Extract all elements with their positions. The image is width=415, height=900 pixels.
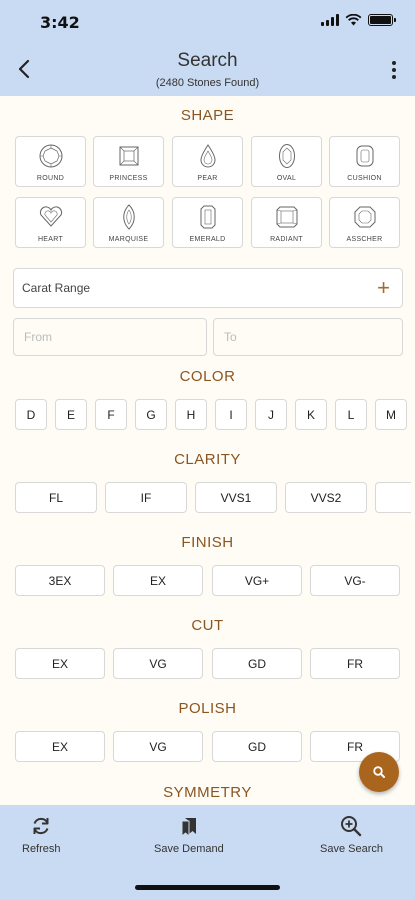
battery-icon bbox=[368, 14, 396, 26]
polish-chip-gd[interactable]: GD bbox=[212, 731, 302, 762]
save-demand-button[interactable]: Save Demand bbox=[154, 815, 224, 855]
home-indicator bbox=[135, 885, 280, 890]
symmetry-title: SYMMETRY bbox=[163, 784, 252, 801]
header: Search (2480 Stones Found) bbox=[0, 44, 415, 96]
search-icon bbox=[373, 766, 385, 778]
more-options-button[interactable] bbox=[389, 58, 399, 82]
status-icons bbox=[321, 14, 396, 26]
save-search-button[interactable]: Save Search bbox=[320, 815, 383, 855]
shape-round[interactable]: ROUND bbox=[15, 136, 86, 187]
pear-icon bbox=[199, 144, 216, 168]
shape-label: ROUND bbox=[36, 175, 65, 182]
carat-range-label: Carat Range bbox=[22, 281, 91, 295]
shape-oval[interactable]: OVAL bbox=[251, 136, 322, 187]
shape-title: SHAPE bbox=[180, 107, 235, 124]
carat-range-toggle[interactable]: Carat Range + bbox=[13, 268, 403, 308]
search-filters[interactable]: SHAPE ROUND PRINCESS PEAR OVAL CUSHION H… bbox=[0, 96, 415, 805]
princess-icon bbox=[119, 146, 138, 166]
clarity-chip-fl[interactable]: FL bbox=[15, 482, 97, 513]
shape-label: OVAL bbox=[276, 175, 297, 182]
color-title: COLOR bbox=[179, 368, 236, 385]
dot-icon bbox=[392, 61, 396, 65]
shape-princess[interactable]: PRINCESS bbox=[93, 136, 164, 187]
polish-chip-ex[interactable]: EX bbox=[15, 731, 105, 762]
refresh-icon bbox=[33, 817, 49, 835]
marquise-icon bbox=[122, 204, 135, 230]
finish-chip-ex[interactable]: EX bbox=[113, 565, 203, 596]
finish-chip-3ex[interactable]: 3EX bbox=[15, 565, 105, 596]
bookmarks-icon bbox=[181, 818, 196, 837]
shape-pear[interactable]: PEAR bbox=[172, 136, 243, 187]
shape-label: EMERALD bbox=[189, 236, 226, 243]
color-chip-e[interactable]: E bbox=[55, 399, 87, 430]
zoom-in-icon bbox=[341, 816, 362, 837]
polish-title: POLISH bbox=[178, 700, 237, 717]
refresh-button[interactable]: Refresh bbox=[22, 815, 61, 855]
clarity-chip-if[interactable]: IF bbox=[105, 482, 187, 513]
shape-asscher[interactable]: ASSCHER bbox=[329, 197, 400, 248]
search-fab-button[interactable] bbox=[359, 752, 399, 792]
oval-icon bbox=[278, 144, 295, 168]
clarity-chip-vvs1[interactable]: VVS1 bbox=[195, 482, 277, 513]
cut-chip-gd[interactable]: GD bbox=[212, 648, 302, 679]
shape-label: RADIANT bbox=[270, 236, 303, 243]
cushion-icon bbox=[356, 145, 373, 167]
radiant-icon bbox=[276, 206, 297, 228]
shape-cushion[interactable]: CUSHION bbox=[329, 136, 400, 187]
save-search-label: Save Search bbox=[320, 843, 383, 855]
refresh-label: Refresh bbox=[22, 843, 61, 855]
color-chip-m[interactable]: M bbox=[375, 399, 407, 430]
clarity-title: CLARITY bbox=[174, 451, 241, 468]
shape-radiant[interactable]: RADIANT bbox=[251, 197, 322, 248]
shape-label: HEART bbox=[37, 236, 64, 243]
shape-label: ASSCHER bbox=[346, 236, 383, 243]
color-chip-f[interactable]: F bbox=[95, 399, 127, 430]
color-chip-i[interactable]: I bbox=[215, 399, 247, 430]
color-chip-k[interactable]: K bbox=[295, 399, 327, 430]
save-demand-label: Save Demand bbox=[154, 843, 224, 855]
dot-icon bbox=[392, 68, 396, 72]
carat-to-input[interactable] bbox=[213, 318, 403, 356]
color-chip-j[interactable]: J bbox=[255, 399, 287, 430]
round-icon bbox=[39, 144, 62, 168]
color-chip-l[interactable]: L bbox=[335, 399, 367, 430]
color-chip-h[interactable]: H bbox=[175, 399, 207, 430]
clarity-chip-partial[interactable] bbox=[375, 482, 411, 513]
dot-icon bbox=[392, 75, 396, 79]
wifi-icon bbox=[345, 14, 362, 26]
finish-chip-vg-plus[interactable]: VG+ bbox=[212, 565, 302, 596]
stones-count: (2480 Stones Found) bbox=[155, 77, 260, 89]
shape-heart[interactable]: HEART bbox=[15, 197, 86, 248]
shape-label: PEAR bbox=[197, 175, 218, 182]
carat-from-input[interactable] bbox=[13, 318, 207, 356]
signal-icon bbox=[321, 14, 339, 26]
plus-icon: + bbox=[377, 275, 390, 300]
clarity-chip-vvs2[interactable]: VVS2 bbox=[285, 482, 367, 513]
asscher-icon bbox=[354, 206, 375, 228]
cut-title: CUT bbox=[191, 617, 224, 634]
polish-chip-vg[interactable]: VG bbox=[113, 731, 203, 762]
page-title: Search bbox=[177, 50, 238, 71]
shape-label: CUSHION bbox=[347, 175, 382, 182]
cut-chip-vg[interactable]: VG bbox=[113, 648, 203, 679]
cut-chip-ex[interactable]: EX bbox=[15, 648, 105, 679]
shape-marquise[interactable]: MARQUISE bbox=[93, 197, 164, 248]
heart-icon bbox=[39, 206, 62, 227]
shape-label: MARQUISE bbox=[108, 236, 149, 243]
shape-label: PRINCESS bbox=[109, 175, 148, 182]
finish-title: FINISH bbox=[181, 534, 234, 551]
status-bar: 3:42 bbox=[0, 0, 415, 44]
color-chip-g[interactable]: G bbox=[135, 399, 167, 430]
cut-chip-fr[interactable]: FR bbox=[310, 648, 400, 679]
emerald-icon bbox=[200, 205, 215, 229]
status-time: 3:42 bbox=[40, 13, 80, 32]
color-chip-d[interactable]: D bbox=[15, 399, 47, 430]
shape-emerald[interactable]: EMERALD bbox=[172, 197, 243, 248]
finish-chip-vg-minus[interactable]: VG- bbox=[310, 565, 400, 596]
